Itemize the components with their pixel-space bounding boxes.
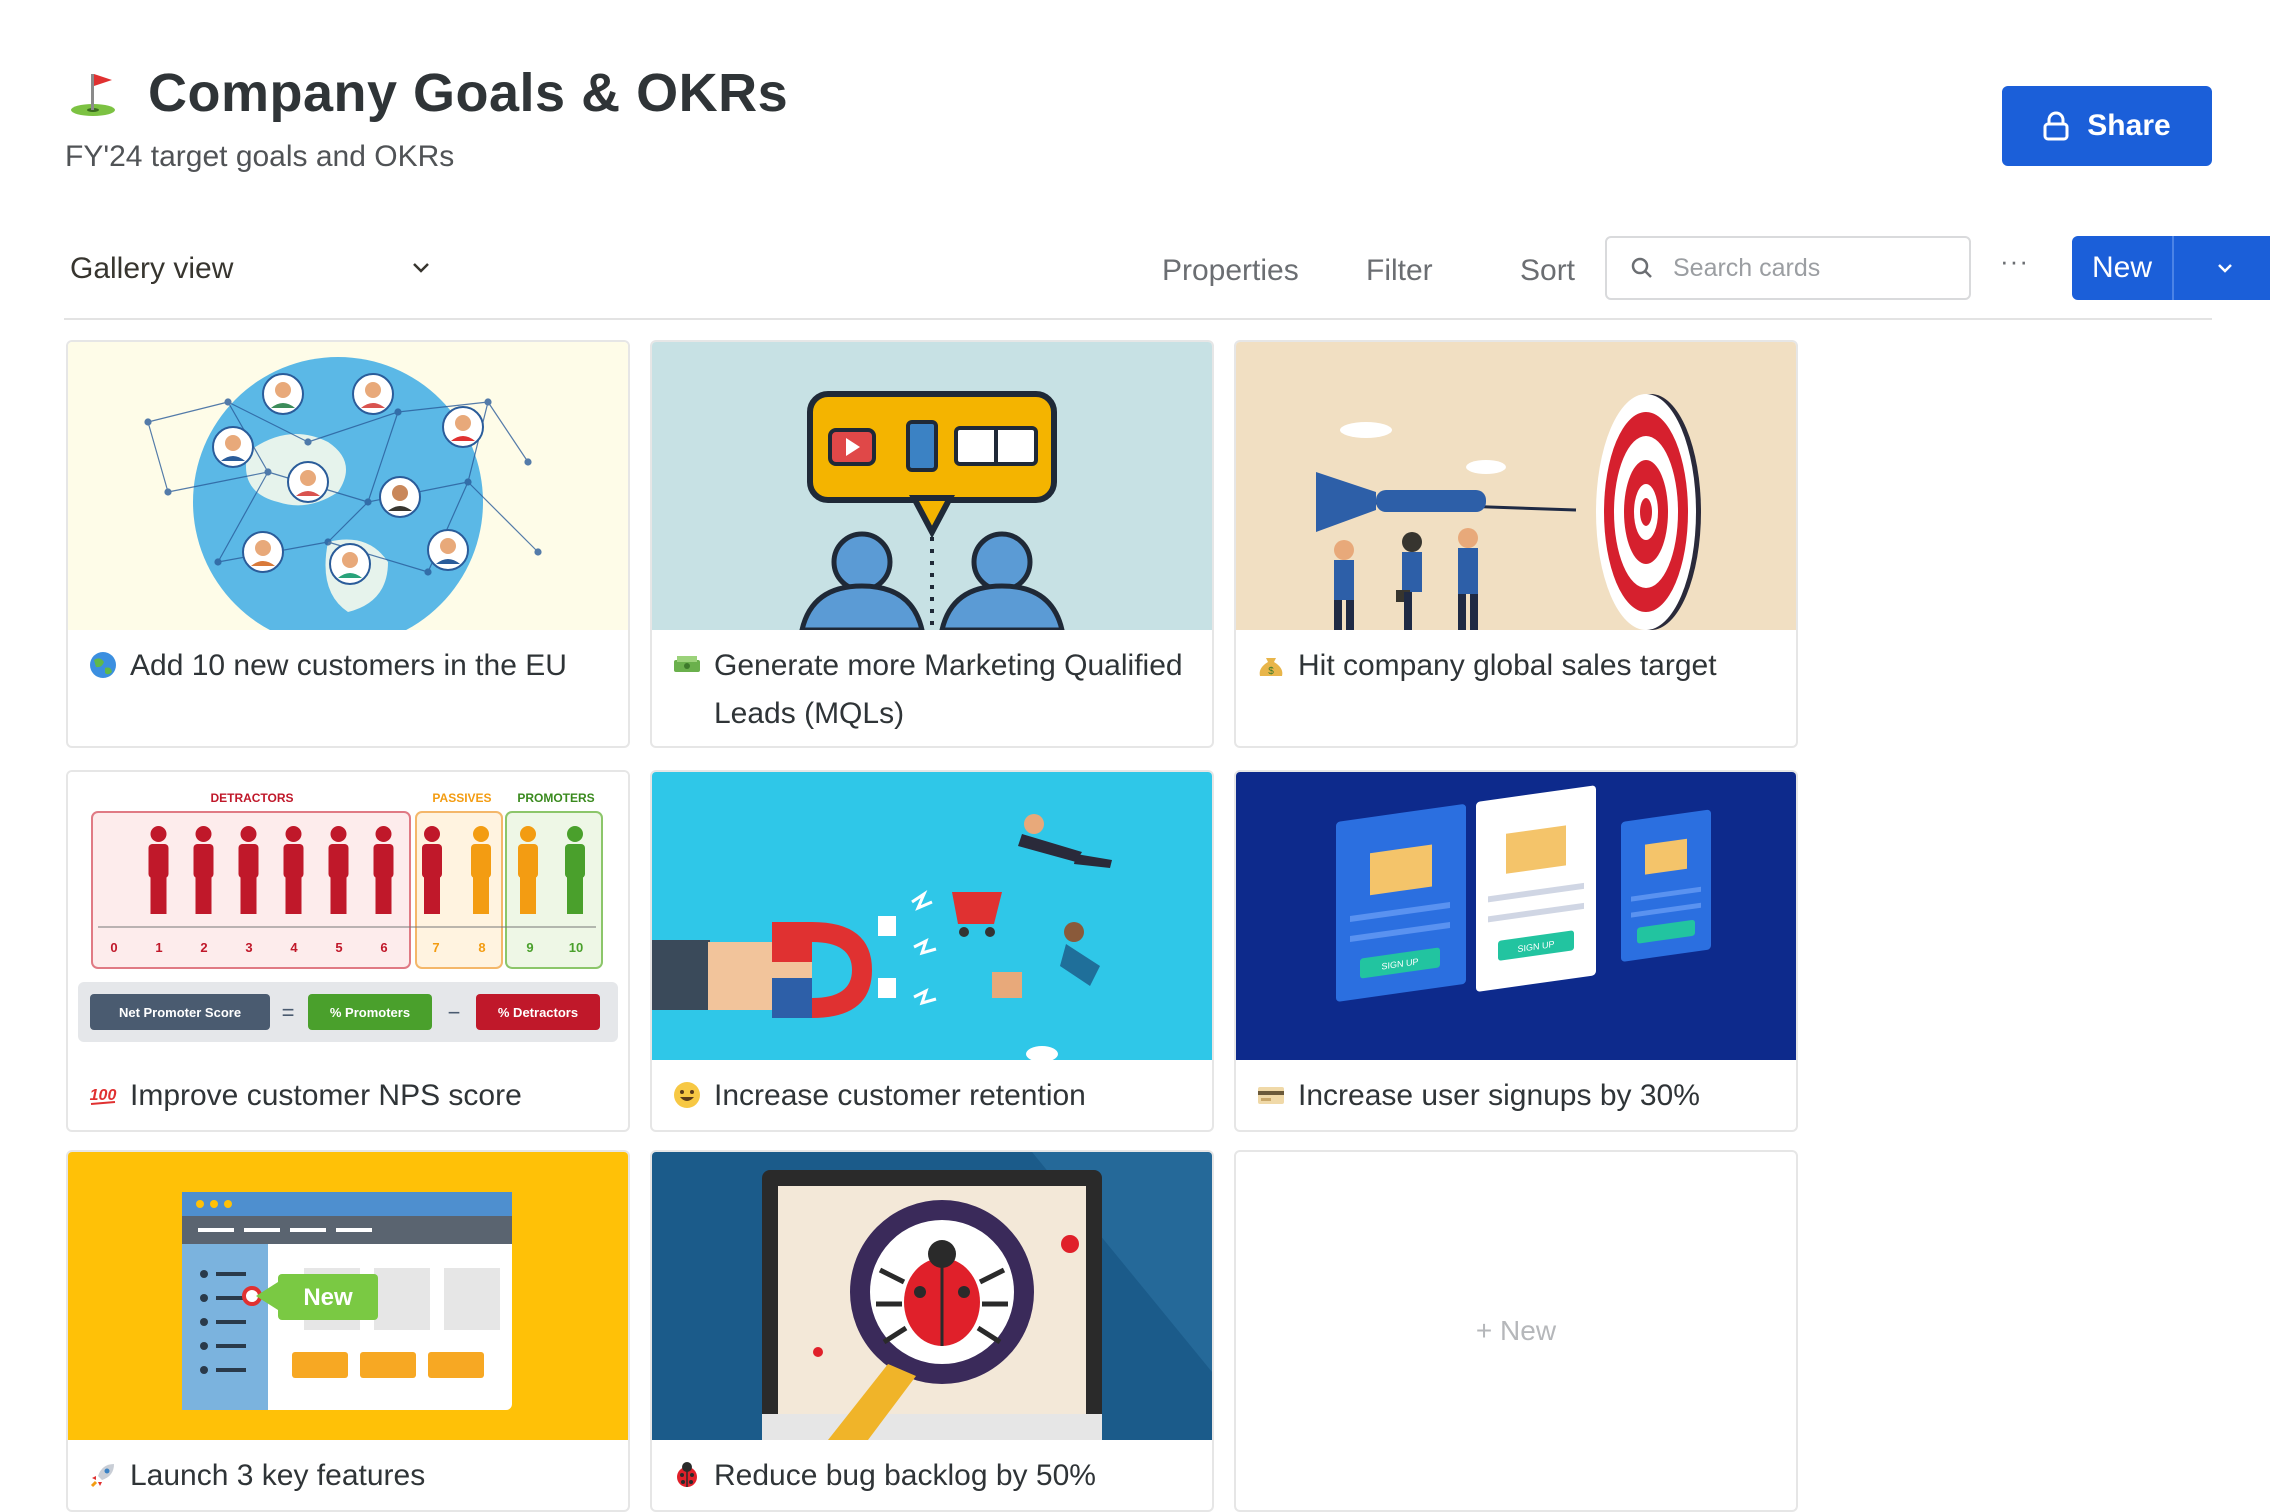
search-box[interactable]	[1605, 236, 1971, 300]
new-button-group: New	[2072, 236, 2270, 300]
nps-formula-promoters: % Promoters	[330, 1005, 410, 1020]
nps-scale-label: 10	[569, 940, 583, 955]
rocket-icon	[90, 1464, 114, 1488]
gallery-card[interactable]: Add 10 new customers in the EU	[66, 340, 630, 748]
new-button[interactable]: New	[2072, 251, 2172, 285]
nps-detractors-label: DETRACTORS	[210, 791, 293, 805]
nps-scale-label: 0	[110, 940, 117, 955]
chevron-down-icon	[2218, 264, 2232, 273]
card-label: Increase customer retention	[672, 1072, 1192, 1120]
page-title: Company Goals & OKRs	[148, 63, 789, 123]
nps-scale-label: 5	[335, 940, 342, 955]
more-options-button[interactable]: ···	[2000, 246, 2029, 277]
search-icon	[1631, 257, 1652, 278]
card-title: Generate more Marketing Qualified Leads …	[714, 649, 1183, 730]
card-label: Launch 3 key features	[88, 1452, 608, 1500]
share-button[interactable]: Share	[2002, 86, 2212, 166]
card-cover-image: SIGN UP SIGN UP	[1236, 772, 1796, 1060]
gallery-card[interactable]: DETRACTORS PASSIVES PROMOTERS 0 1 2 3 4 5 6 7 8 9…	[66, 770, 630, 1132]
nps-scale-label: 3	[245, 940, 252, 955]
card-title: Launch 3 key features	[130, 1459, 426, 1492]
nps-scale-label: 9	[526, 940, 533, 955]
golf-flag-icon	[71, 74, 115, 116]
page: Company Goals & OKRs FY'24 target goals …	[0, 0, 2270, 1512]
new-dropdown-button[interactable]	[2174, 236, 2270, 300]
nps-scale-label: 4	[290, 940, 298, 955]
nps-scale-label: 1	[155, 940, 162, 955]
toolbar-divider	[64, 318, 2212, 320]
view-selector-label: Gallery view	[70, 252, 234, 285]
card-title: Hit company global sales target	[1298, 649, 1717, 682]
hundred-points-icon: 100	[90, 1087, 116, 1105]
nps-scale-label: 2	[200, 940, 207, 955]
card-title: Reduce bug backlog by 50%	[714, 1459, 1096, 1492]
search-input[interactable]	[1671, 252, 1945, 284]
nps-scale-label: 7	[432, 940, 439, 955]
sort-button[interactable]: Sort	[1520, 254, 1575, 288]
view-selector[interactable]: Gallery view	[70, 252, 440, 286]
filter-button[interactable]: Filter	[1366, 254, 1433, 288]
page-subtitle: FY'24 target goals and OKRs	[65, 140, 455, 173]
nps-scale-label: 8	[478, 940, 485, 955]
gallery-card[interactable]: SIGN UP SIGN UP Increase user signups by…	[1234, 770, 1798, 1132]
card-cover-image	[652, 1152, 1212, 1440]
card-label: $ Hit company global sales target	[1256, 642, 1776, 690]
credit-card-icon	[1258, 1087, 1284, 1104]
ladybug-icon	[677, 1462, 697, 1487]
new-card-button[interactable]: + New	[1234, 1150, 1798, 1512]
gallery-card[interactable]: Increase customer retention	[650, 770, 1214, 1132]
card-cover-image	[68, 342, 628, 630]
card-label: Generate more Marketing Qualified Leads …	[672, 642, 1192, 738]
grinning-face-icon	[674, 1082, 700, 1108]
card-cover-image: DETRACTORS PASSIVES PROMOTERS 0 1 2 3 4 5 6 7 8 9…	[68, 772, 628, 1060]
nps-formula-detractors: % Detractors	[498, 1005, 578, 1020]
card-title: Increase customer retention	[714, 1079, 1086, 1112]
nps-passives-label: PASSIVES	[432, 791, 491, 805]
money-bills-icon	[674, 656, 700, 672]
card-label: Reduce bug backlog by 50%	[672, 1452, 1192, 1500]
card-label: Increase user signups by 30%	[1256, 1072, 1776, 1120]
gallery-card[interactable]: New Launch 3 key features	[66, 1150, 630, 1512]
card-title: Add 10 new customers in the EU	[130, 649, 567, 682]
features-new-badge: New	[303, 1284, 353, 1311]
nps-formula-nps: Net Promoter Score	[119, 1005, 241, 1020]
money-bag-icon: $	[1259, 658, 1283, 677]
card-cover-image: New	[68, 1152, 628, 1440]
new-card-label: + New	[1475, 1315, 1557, 1346]
share-label: Share	[2087, 109, 2171, 142]
globe-icon	[90, 652, 116, 678]
card-cover-image	[1236, 342, 1796, 630]
card-label: Add 10 new customers in the EU	[88, 642, 608, 690]
properties-button[interactable]: Properties	[1162, 254, 1299, 288]
card-title: Improve customer NPS score	[130, 1079, 522, 1112]
svg-text:$: $	[1268, 666, 1274, 677]
nps-promoters-label: PROMOTERS	[517, 791, 594, 805]
card-title: Increase user signups by 30%	[1298, 1079, 1700, 1112]
card-cover-image	[652, 772, 1212, 1060]
chevron-down-icon	[413, 263, 429, 273]
toolbar: Gallery view Properties Filter Sort ··· …	[64, 236, 2270, 316]
lock-icon	[2043, 111, 2069, 141]
gallery-card[interactable]: Generate more Marketing Qualified Leads …	[650, 340, 1214, 748]
card-cover-image	[652, 342, 1212, 630]
svg-text:−: −	[448, 1000, 461, 1025]
gallery-card[interactable]: Reduce bug backlog by 50%	[650, 1150, 1214, 1512]
svg-text:=: =	[282, 1000, 295, 1025]
nps-scale-label: 6	[380, 940, 387, 955]
card-label: 100 Improve customer NPS score	[88, 1072, 608, 1120]
title-row: Company Goals & OKRs	[68, 62, 788, 124]
gallery-card[interactable]: $ Hit company global sales target	[1234, 340, 1798, 748]
